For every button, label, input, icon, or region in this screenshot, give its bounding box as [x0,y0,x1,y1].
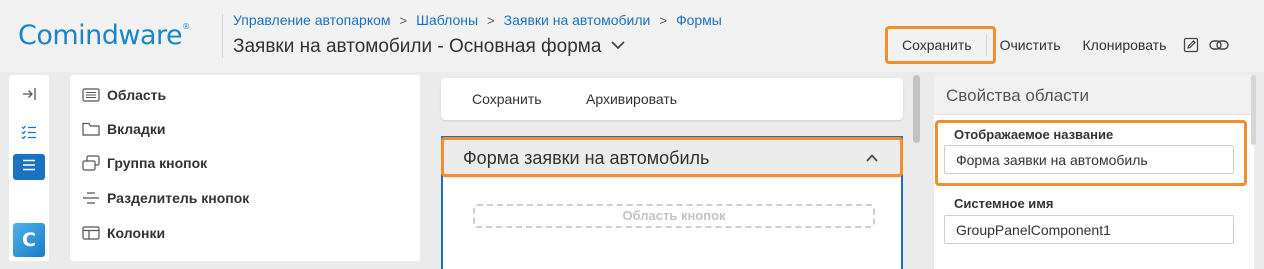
app-header: Comindware® Управление автопарком > Шаблон… [0,0,1264,72]
checklist-icon [21,125,37,144]
system-name-label: Системное имя [954,196,1054,211]
breadcrumb: Управление автопарком > Шаблоны > Заявки на … [233,12,722,28]
breadcrumb-item-fleet[interactable]: Управление автопарком [233,12,391,28]
properties-header: Свойства области [934,75,1254,115]
rail-item-collapse[interactable] [13,83,45,109]
toolbar-divider [985,34,987,56]
save-button[interactable]: Сохранить [890,30,984,60]
component-area[interactable]: Область [80,84,166,106]
component-label: Колонки [107,225,166,241]
collapse-panel-icon [21,87,37,106]
component-label: Группа кнопок [107,155,208,171]
properties-title: Свойства области [946,86,1089,105]
form-area-title: Форма заявки на автомобиль [463,148,710,168]
page-title[interactable]: Заявки на автомобили - Основная форма [233,36,625,58]
header-divider [222,14,223,58]
component-tabs[interactable]: Вкладки [80,118,165,140]
display-name-label: Отображаемое название [954,127,1114,142]
component-button-group[interactable]: Группа кнопок [80,152,207,174]
component-label: Вкладки [107,121,166,137]
page-title-text: Заявки на автомобили - Основная форма [233,36,602,57]
list-icon [22,158,36,176]
button-group-icon [80,154,102,172]
button-area-dropzone[interactable]: Область кнопок [473,204,875,228]
breadcrumb-item-templates[interactable]: Шаблоны [416,12,478,28]
properties-scrollbar[interactable] [1251,75,1256,145]
left-rail: C [9,75,49,261]
tabs-icon [80,120,102,138]
header-toolbar: Сохранить Очистить Клонировать [890,30,1233,60]
breadcrumb-separator: > [399,13,408,28]
properties-panel: Свойства области Отображаемое название С… [934,75,1254,269]
chevron-up-icon[interactable] [865,151,879,165]
chevron-down-icon[interactable] [611,37,625,53]
clear-button[interactable]: Очистить [989,30,1072,60]
breadcrumb-item-car-requests[interactable]: Заявки на автомобили [504,12,651,28]
breadcrumb-separator: > [487,13,495,28]
form-area-panel[interactable]: Форма заявки на автомобиль Область кнопо… [441,136,903,269]
app-badge[interactable]: C [13,223,45,257]
app-logo[interactable]: Comindware® [18,20,190,51]
edit-icon[interactable] [1177,31,1205,59]
component-label: Разделитель кнопок [107,190,250,206]
components-panel: Область Вкладки Группа кнопок Разделител… [70,75,420,261]
breadcrumb-separator: > [659,13,667,28]
form-archive-button[interactable]: Архивировать [586,91,677,107]
button-separator-icon [80,189,102,207]
form-button-bar: Сохранить Архивировать [441,78,903,120]
component-label: Область [107,87,167,103]
system-name-field[interactable] [944,215,1234,244]
form-area-header[interactable]: Форма заявки на автомобиль [443,138,901,178]
display-name-field[interactable] [944,145,1234,174]
component-columns[interactable]: Колонки [80,222,165,244]
canvas-scroll-thumb[interactable] [913,75,920,143]
link-icon[interactable] [1205,31,1233,59]
rail-item-checklist[interactable] [13,121,45,147]
breadcrumb-item-forms[interactable]: Формы [676,12,722,28]
logo-text: Comindware [18,20,183,51]
rail-item-list[interactable] [13,154,45,180]
clone-button[interactable]: Клонировать [1072,30,1178,60]
logo-registered-mark: ® [182,22,190,31]
area-icon [80,86,102,104]
columns-icon [80,224,102,242]
form-save-button[interactable]: Сохранить [472,91,542,107]
component-button-separator[interactable]: Разделитель кнопок [80,187,249,209]
